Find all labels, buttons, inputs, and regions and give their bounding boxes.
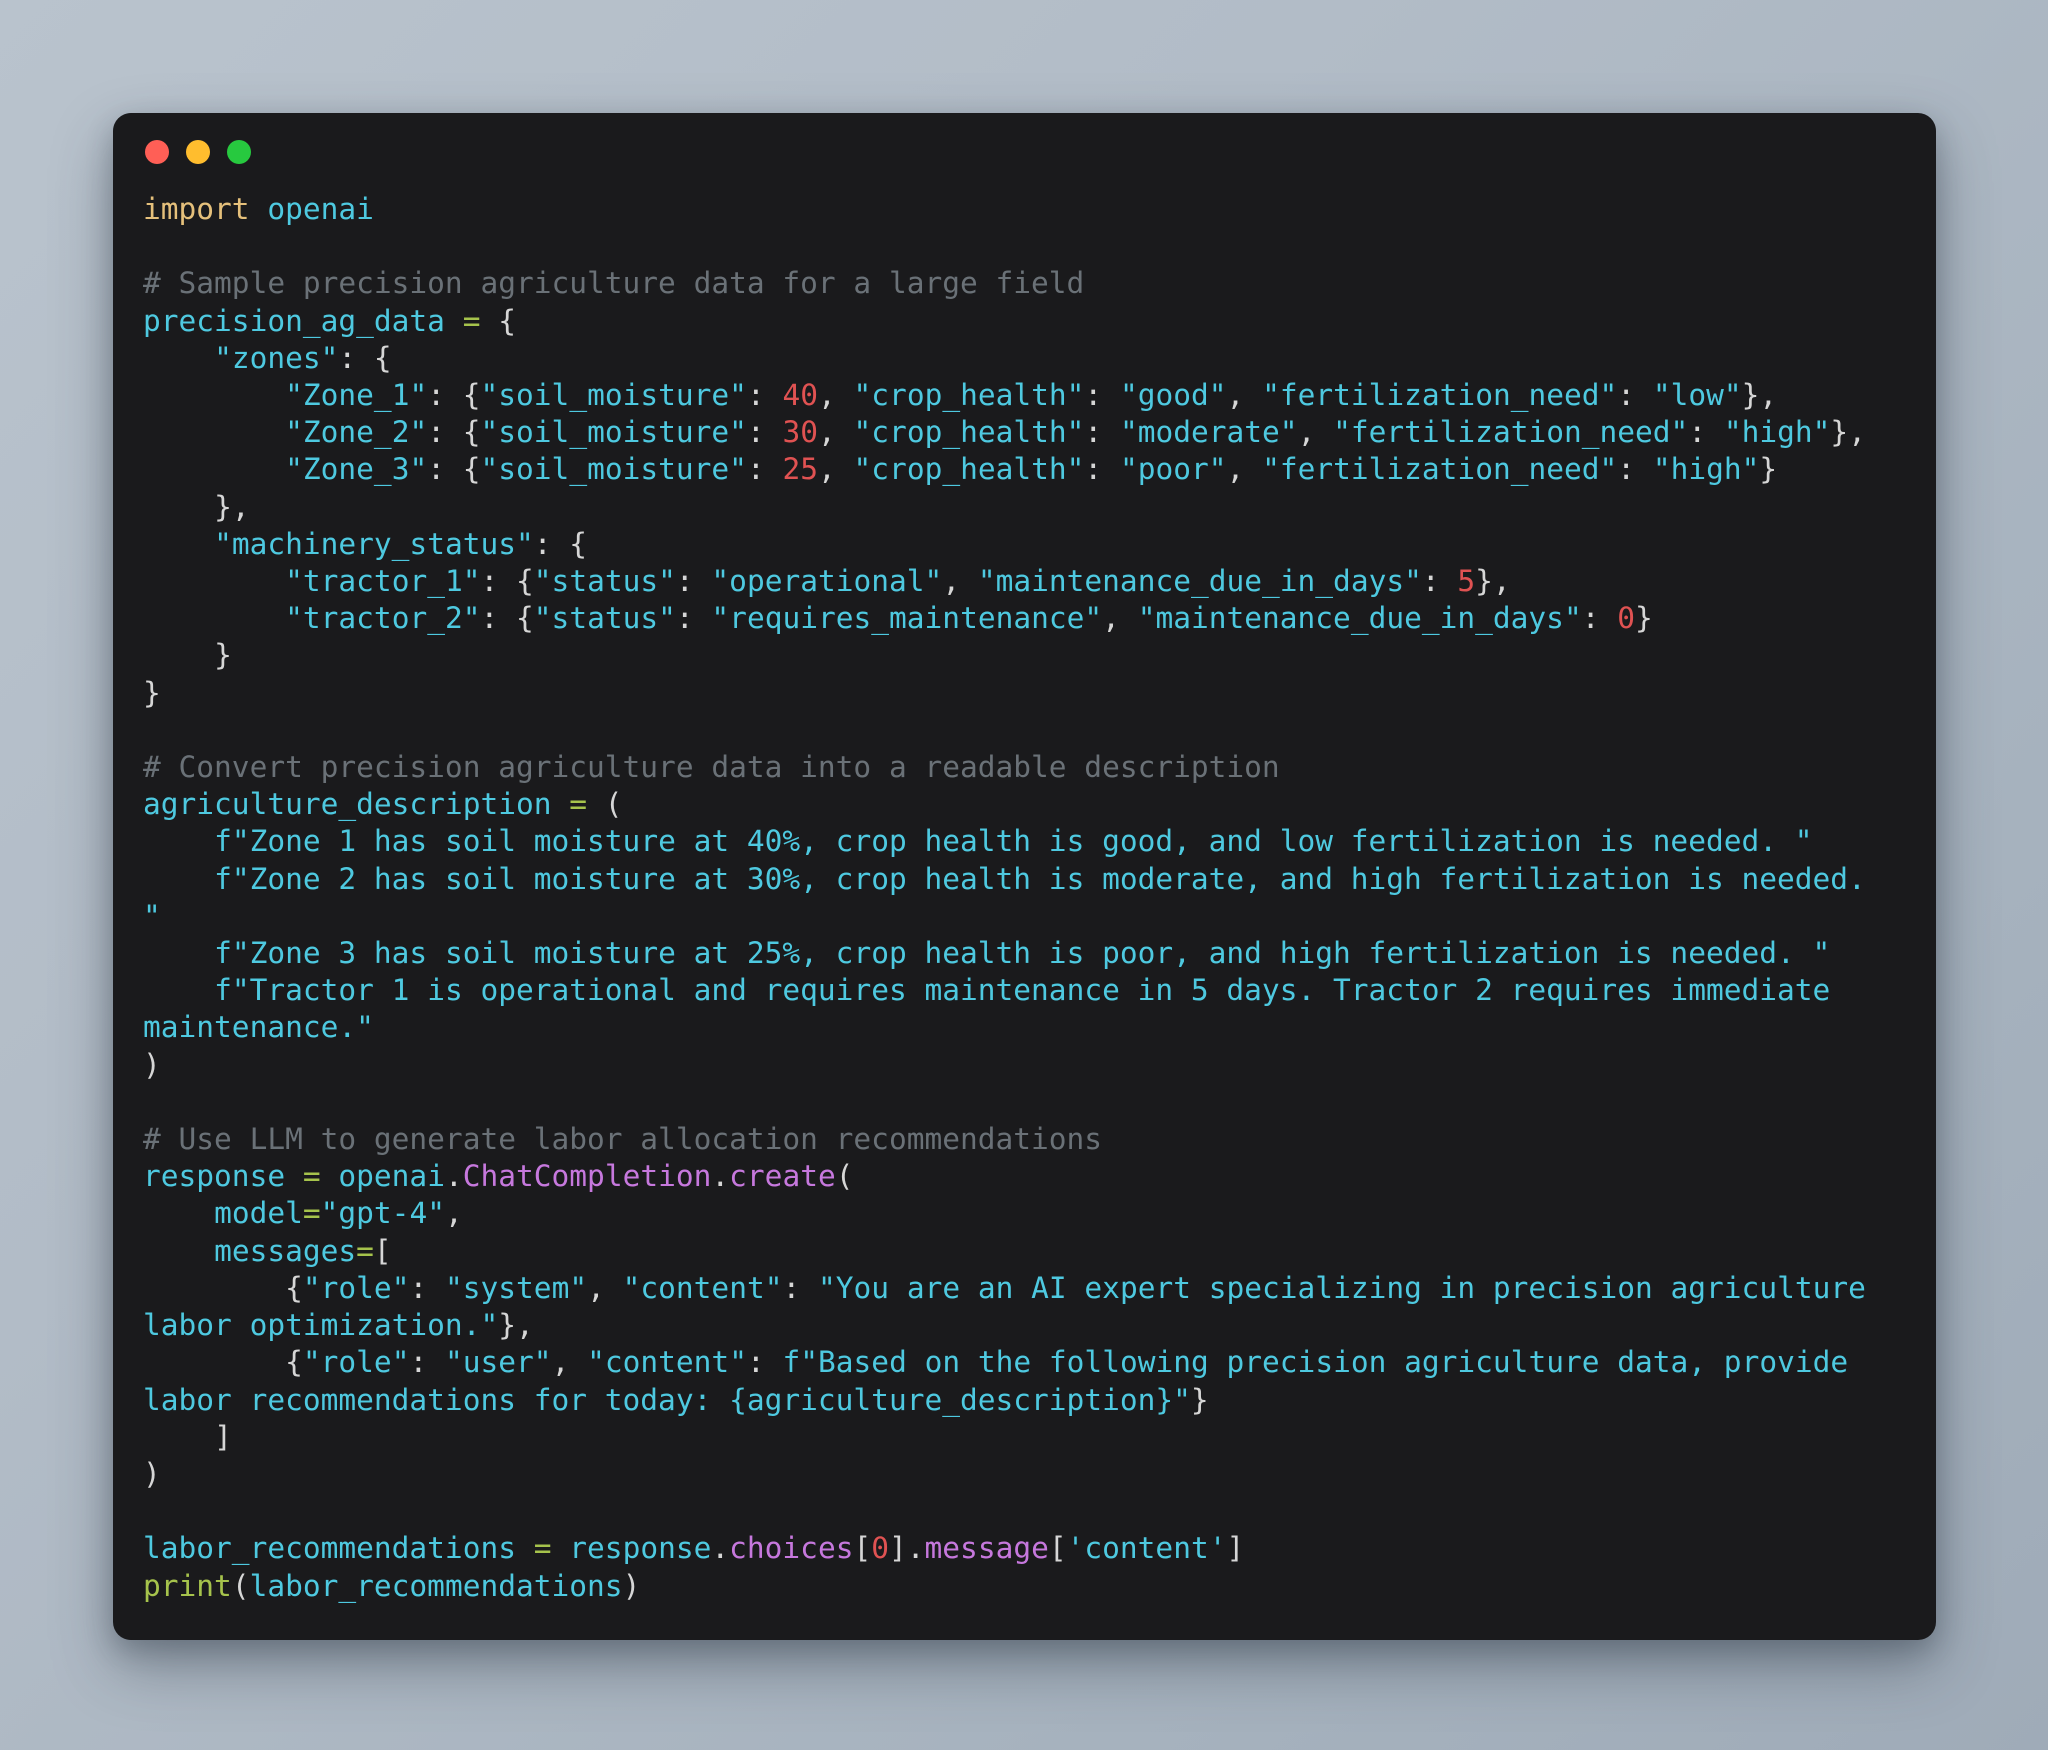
- maximize-window-button[interactable]: [227, 140, 251, 164]
- window-titlebar: [113, 113, 1936, 191]
- close-window-button[interactable]: [145, 140, 169, 164]
- code-window: import openai # Sample precision agricul…: [113, 113, 1936, 1640]
- python-source-code[interactable]: import openai # Sample precision agricul…: [143, 191, 1892, 1605]
- minimize-window-button[interactable]: [186, 140, 210, 164]
- code-editor-area[interactable]: import openai # Sample precision agricul…: [113, 191, 1936, 1640]
